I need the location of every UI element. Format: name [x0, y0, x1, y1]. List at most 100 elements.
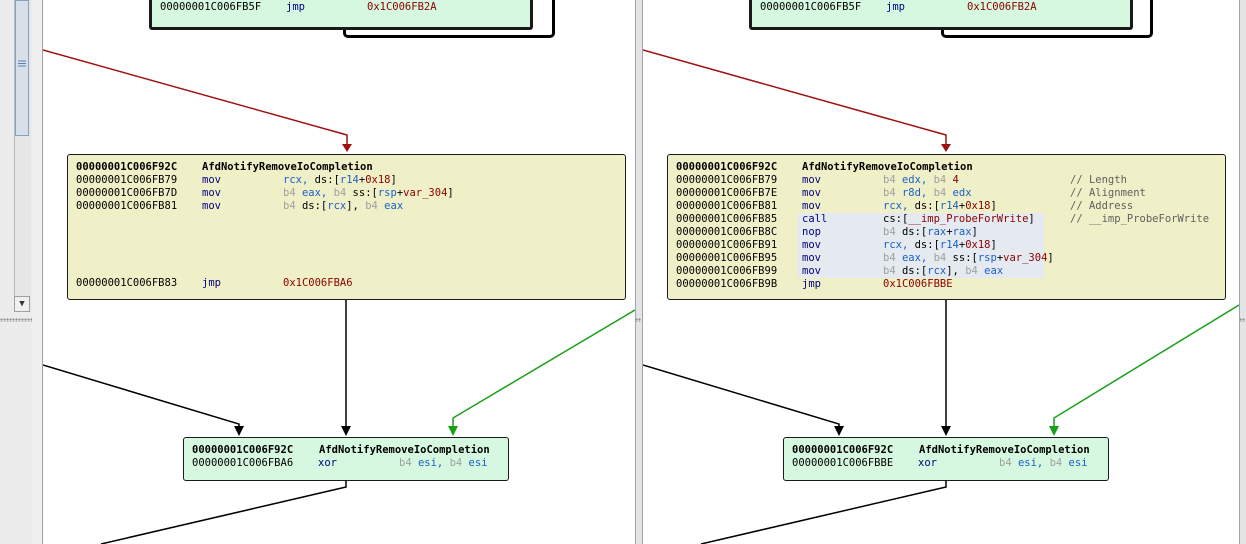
- code-block-main[interactable]: 00000001C006F92C AfdNotifyRemoveIoComple…: [67, 154, 626, 300]
- function-name[interactable]: AfdNotifyRemoveIoCompletion: [319, 444, 490, 457]
- operand-token: ],: [946, 265, 966, 277]
- operand-token: 0x1C006FB2A: [367, 1, 437, 13]
- operand-token: r8d,: [901, 187, 934, 199]
- instruction-operands[interactable]: b4 eax, b4 ss:[rsp+var_304]: [283, 187, 454, 200]
- instruction-comment: // Length: [1070, 174, 1127, 186]
- instruction-row[interactable]: 00000001C006FB5F jmp 0x1C006FB2A: [760, 1, 1130, 14]
- instruction-mnemonic: nop: [802, 226, 821, 238]
- instruction-row[interactable]: 00000001C006FBA6 xor b4 esi, b4 esi: [192, 457, 508, 470]
- operand-token: esi: [1068, 457, 1088, 469]
- operand-token: b4: [883, 265, 902, 277]
- graph-view-right[interactable]: 00000001C006FB5Cincb4 rdi00000001C006FB5…: [642, 0, 1240, 544]
- instruction-operands[interactable]: b4 ds:[rax+rax]: [883, 226, 978, 239]
- operand-token: rax: [927, 226, 947, 238]
- operand-token: rsp: [977, 252, 997, 264]
- instruction-address: 00000001C006FB5F: [160, 1, 262, 13]
- operand-token: esi,: [417, 457, 450, 469]
- code-block-bottom[interactable]: 00000001C006F92C AfdNotifyRemoveIoComple…: [183, 437, 509, 481]
- instruction-row[interactable]: 00000001C006FBBE xor b4 esi, b4 esi: [792, 457, 1108, 470]
- operand-token: ],: [346, 200, 366, 212]
- instruction-operands[interactable]: 0x1C006FBBE: [883, 278, 953, 291]
- operand-token: r14: [339, 174, 359, 186]
- left-scrollbar-thumb[interactable]: [15, 0, 29, 136]
- instruction-operands[interactable]: b4 edx, b4 4: [883, 174, 959, 187]
- instruction-operands[interactable]: b4 ds:[rcx], b4 eax: [283, 200, 403, 213]
- graph-view-left[interactable]: 00000001C006FB5Cincb4 rdi00000001C006FB5…: [42, 0, 636, 544]
- instruction-operands[interactable]: b4 eax, b4 ss:[rsp+var_304]: [883, 252, 1054, 265]
- instruction-address: 00000001C006FB7E: [676, 187, 778, 199]
- instruction-operands[interactable]: rcx, ds:[r14+0x18]: [283, 174, 397, 187]
- instruction-mnemonic: jmp: [286, 1, 305, 13]
- operand-token: eax: [384, 200, 404, 212]
- instruction-row[interactable]: 00000001C006FB81 mov rcx, ds:[r14+0x18] // …: [676, 200, 1225, 213]
- block-address: 00000001C006F92C: [192, 444, 294, 456]
- operand-token: ]: [447, 187, 454, 199]
- function-name[interactable]: AfdNotifyRemoveIoCompletion: [802, 161, 973, 174]
- instruction-address: 00000001C006FB79: [676, 174, 778, 186]
- operand-token: ds:[: [901, 265, 928, 277]
- instruction-row[interactable]: 00000001C006FB5F jmp 0x1C006FB2A: [160, 1, 530, 14]
- instruction-row[interactable]: 00000001C006FB83 jmp 0x1C006FBA6: [76, 277, 616, 290]
- function-name[interactable]: AfdNotifyRemoveIoCompletion: [202, 161, 373, 174]
- operand-token: b4: [883, 226, 902, 238]
- operand-token: ds:[: [914, 239, 940, 251]
- instruction-row[interactable]: 00000001C006FB81 mov b4 ds:[rcx], b4 eax: [76, 200, 625, 213]
- instruction-operands[interactable]: b4 esi, b4 esi: [399, 457, 488, 470]
- instruction-comment: // __imp_ProbeForWrite: [1070, 213, 1210, 225]
- instruction-mnemonic: jmp: [802, 278, 821, 290]
- instruction-row[interactable]: 00000001C006FB95 mov b4 eax, b4 ss:[rsp+va…: [676, 252, 1225, 265]
- operand-token: esi: [468, 457, 488, 469]
- instruction-mnemonic: mov: [202, 174, 221, 186]
- instruction-operands[interactable]: rcx, ds:[r14+0x18]: [883, 200, 997, 213]
- edge-red: [643, 49, 947, 148]
- code-block-top[interactable]: 00000001C006FB5Cincb4 rdi00000001C006FB5…: [749, 0, 1133, 30]
- edge-black: [643, 364, 840, 430]
- edge-black: [700, 481, 947, 544]
- function-name[interactable]: AfdNotifyRemoveIoCompletion: [919, 444, 1090, 457]
- instruction-operands[interactable]: 0x1C006FB2A: [967, 1, 1037, 14]
- instruction-row[interactable]: 00000001C006FB85 call cs:[__imp_ProbeForWr…: [676, 213, 1225, 226]
- instruction-address: 00000001C006FB83: [76, 277, 178, 289]
- instruction-row[interactable]: 00000001C006FB79 mov rcx, ds:[r14+0x18]: [76, 174, 625, 187]
- block-header: 00000001C006F92C AfdNotifyRemoveIoComple…: [76, 161, 625, 174]
- instruction-row[interactable]: 00000001C006FB91 mov rcx, ds:[r14+0x18]: [676, 239, 1225, 252]
- instruction-address: 00000001C006FB85: [676, 213, 778, 225]
- instruction-row[interactable]: 00000001C006FB7E mov b4 r8d, b4 edx // Alig…: [676, 187, 1225, 200]
- instruction-mnemonic: mov: [802, 174, 821, 186]
- operand-token: eax: [984, 265, 1004, 277]
- instruction-row[interactable]: 00000001C006FB7D mov b4 eax, b4 ss:[rsp+va…: [76, 187, 625, 200]
- instruction-operands[interactable]: rcx, ds:[r14+0x18]: [883, 239, 997, 252]
- edge-green: [452, 309, 635, 430]
- instruction-row[interactable]: 00000001C006FB79 mov b4 edx, b4 4 // Length: [676, 174, 1225, 187]
- instruction-address: 00000001C006FB81: [676, 200, 778, 212]
- operand-token: ds:[: [901, 226, 928, 238]
- instruction-operands[interactable]: 0x1C006FBA6: [283, 277, 353, 290]
- operand-token: b4: [365, 200, 385, 212]
- code-block-main[interactable]: 00000001C006F92C AfdNotifyRemoveIoComple…: [667, 154, 1226, 300]
- instruction-row[interactable]: 00000001C006FB99 mov b4 ds:[rcx], b4 eax: [676, 265, 1225, 278]
- instruction-operands[interactable]: b4 r8d, b4 edx: [883, 187, 972, 200]
- instruction-row[interactable]: 00000001C006FB8C nop b4 ds:[rax+rax]: [676, 226, 1225, 239]
- instruction-operands[interactable]: b4 ds:[rcx], b4 eax: [883, 265, 1003, 278]
- instruction-address: 00000001C006FBBE: [792, 457, 894, 469]
- operand-token: b4: [283, 200, 302, 212]
- operand-token: ]: [990, 200, 997, 212]
- instruction-row[interactable]: 00000001C006FB9B jmp 0x1C006FBBE: [676, 278, 1225, 291]
- operand-token: 0x1C006FB2A: [967, 1, 1037, 13]
- block-address: 00000001C006F92C: [676, 161, 778, 173]
- instruction-operands[interactable]: 0x1C006FB2A: [367, 1, 437, 14]
- splitter-grip[interactable]: [0, 318, 32, 322]
- operand-token: b4: [883, 174, 902, 186]
- code-block-top[interactable]: 00000001C006FB5Cincb4 rdi00000001C006FB5…: [149, 0, 533, 30]
- block-header: 00000001C006F92C AfdNotifyRemoveIoComple…: [792, 444, 1108, 457]
- scrollbar-grip-icon: [17, 53, 27, 67]
- instruction-comment: // Alignment: [1070, 187, 1146, 199]
- scroll-down-icon[interactable]: ▼: [14, 296, 30, 312]
- operand-token: cs:[: [883, 213, 909, 225]
- edge-arrow: [341, 426, 351, 436]
- instruction-mnemonic: mov: [802, 265, 821, 277]
- instruction-operands[interactable]: cs:[__imp_ProbeForWrite]: [883, 213, 1035, 226]
- instruction-operands[interactable]: b4 esi, b4 esi: [999, 457, 1088, 470]
- code-block-bottom[interactable]: 00000001C006F92C AfdNotifyRemoveIoComple…: [783, 437, 1109, 481]
- operand-token: 0x18: [965, 200, 991, 212]
